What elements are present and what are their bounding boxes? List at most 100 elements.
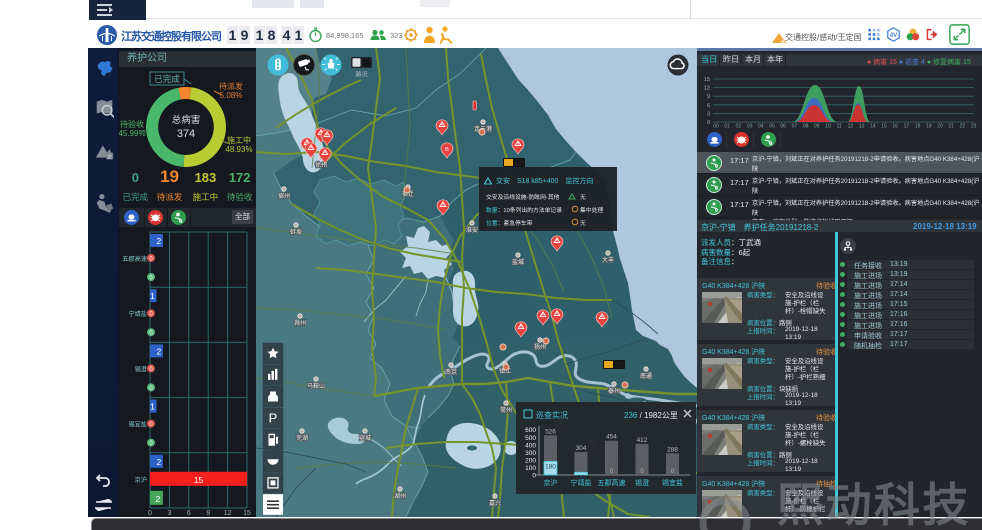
svg-text:6: 6 — [187, 510, 191, 517]
svg-text:09: 09 — [814, 124, 820, 129]
svg-text:泰州: 泰州 — [608, 387, 620, 395]
svg-text:300: 300 — [525, 450, 536, 457]
svg-text:京沪: 京沪 — [544, 478, 558, 487]
svg-text:13: 13 — [859, 124, 865, 129]
svg-text:金: 金 — [107, 152, 113, 160]
svg-text:03: 03 — [747, 124, 753, 129]
svg-text:已完成: 已完成 — [154, 74, 180, 84]
svg-text:600: 600 — [525, 427, 536, 434]
svg-text:180: 180 — [545, 463, 556, 470]
svg-text:0: 0 — [148, 510, 152, 517]
svg-text:B: B — [445, 147, 449, 153]
svg-text:锡澄: 锡澄 — [135, 365, 148, 373]
svg-text:05: 05 — [769, 124, 775, 129]
svg-text:熙动科技: 熙动科技 — [777, 479, 971, 530]
svg-text:1: 1 — [150, 291, 155, 301]
svg-text:施工中: 施工中 — [227, 135, 251, 145]
svg-text:0: 0 — [707, 120, 710, 126]
svg-text:22: 22 — [960, 124, 966, 129]
svg-text:待验收: 待验收 — [120, 119, 144, 129]
svg-text:3: 3 — [707, 111, 710, 117]
svg-text:6: 6 — [707, 103, 710, 109]
svg-text:12: 12 — [224, 510, 232, 517]
svg-text:交安 S18 k85+400 监控方向: 交安 S18 k85+400 监控方向 — [496, 176, 593, 185]
svg-text:454: 454 — [606, 434, 617, 441]
svg-text:2: 2 — [157, 457, 162, 467]
svg-text:五郡高速: 五郡高速 — [122, 255, 147, 263]
svg-text:4V: 4V — [890, 32, 898, 39]
svg-text:17: 17 — [904, 124, 910, 129]
svg-text:常州: 常州 — [500, 406, 512, 414]
svg-text:23: 23 — [971, 124, 977, 129]
svg-text:12: 12 — [704, 86, 710, 92]
svg-text:400: 400 — [525, 442, 536, 449]
svg-text:锡澄: 锡澄 — [635, 478, 649, 487]
svg-text:11: 11 — [837, 124, 842, 129]
svg-text:马鞍山: 马鞍山 — [307, 382, 325, 390]
svg-text:盐城: 盐城 — [512, 258, 524, 266]
svg-text:500: 500 — [525, 435, 536, 442]
svg-text:3: 3 — [167, 510, 171, 517]
svg-text:12: 12 — [848, 124, 854, 129]
svg-text:五郡高速: 五郡高速 — [598, 478, 626, 487]
svg-text:无: 无 — [580, 220, 586, 227]
svg-text:交安及沿线设施-防眩网-其他: 交安及沿线设施-防眩网-其他 — [486, 193, 560, 201]
svg-text:16: 16 — [892, 124, 898, 129]
svg-text:15: 15 — [243, 510, 251, 517]
svg-text:412: 412 — [637, 437, 648, 444]
svg-text:集中处理: 集中处理 — [580, 206, 603, 214]
svg-text:淮安: 淮安 — [466, 226, 478, 234]
svg-text:45.99%: 45.99% — [119, 129, 146, 138]
svg-text:总病害: 总病害 — [172, 114, 201, 126]
svg-text:宣城: 宣城 — [359, 434, 371, 442]
svg-text:06: 06 — [780, 124, 786, 129]
svg-text:10: 10 — [825, 124, 831, 129]
svg-text:蚌埠: 蚌埠 — [290, 228, 302, 236]
svg-text:位置：紧急停车带: 位置：紧急停车带 — [486, 219, 533, 227]
svg-text:21: 21 — [948, 124, 954, 129]
svg-text:100: 100 — [525, 465, 536, 472]
svg-text:02: 02 — [736, 124, 742, 129]
svg-text:15: 15 — [704, 77, 710, 83]
svg-text:宁靖盐: 宁靖盐 — [571, 478, 592, 487]
svg-text:14: 14 — [870, 124, 876, 129]
svg-text:0: 0 — [532, 473, 536, 480]
svg-text:19: 19 — [926, 124, 932, 129]
svg-text:15: 15 — [194, 475, 204, 485]
svg-text:P: P — [269, 411, 278, 426]
svg-text:9: 9 — [206, 510, 210, 517]
svg-text:2: 2 — [157, 346, 162, 356]
svg-text:200: 200 — [525, 457, 536, 464]
svg-text:08: 08 — [803, 124, 809, 129]
svg-text:大丰: 大丰 — [602, 256, 614, 264]
svg-text:巡查实况: 巡查实况 — [536, 410, 568, 420]
svg-text:9: 9 — [707, 94, 710, 100]
svg-text:526: 526 — [545, 428, 556, 435]
svg-text:数量：10条列出的方法单记录: 数量：10条列出的方法单记录 — [486, 206, 562, 214]
svg-text:无: 无 — [580, 194, 586, 201]
svg-text:南京: 南京 — [445, 368, 457, 376]
svg-text:5.08%: 5.08% — [220, 91, 243, 100]
svg-text:304: 304 — [576, 445, 587, 452]
svg-text:374: 374 — [177, 128, 195, 140]
svg-text:嘉兴: 嘉兴 — [489, 499, 501, 507]
svg-text:宁靖盐: 宁靖盐 — [128, 310, 147, 318]
svg-text:宿州: 宿州 — [278, 192, 290, 200]
svg-text:待派发: 待派发 — [219, 81, 243, 91]
svg-text:京沪: 京沪 — [135, 476, 147, 484]
svg-text:湖州: 湖州 — [394, 492, 406, 500]
svg-text:07: 07 — [792, 124, 798, 129]
svg-text:芜湖: 芜湖 — [296, 434, 308, 442]
svg-text:2: 2 — [156, 494, 161, 504]
svg-text:2: 2 — [157, 236, 162, 246]
svg-text:15: 15 — [881, 124, 887, 129]
svg-text:236 / 1982公里: 236 / 1982公里 — [624, 411, 678, 420]
svg-text:18: 18 — [915, 124, 921, 129]
svg-text:路况: 路况 — [355, 71, 367, 79]
svg-text:南通: 南通 — [640, 372, 652, 380]
svg-text:锡宜盐: 锡宜盐 — [128, 421, 147, 429]
svg-text:扬州: 扬州 — [534, 343, 546, 351]
svg-text:48.93%: 48.93% — [225, 145, 252, 154]
svg-text:锡宜盐: 锡宜盐 — [662, 478, 683, 487]
svg-text:滁州: 滁州 — [294, 319, 306, 327]
